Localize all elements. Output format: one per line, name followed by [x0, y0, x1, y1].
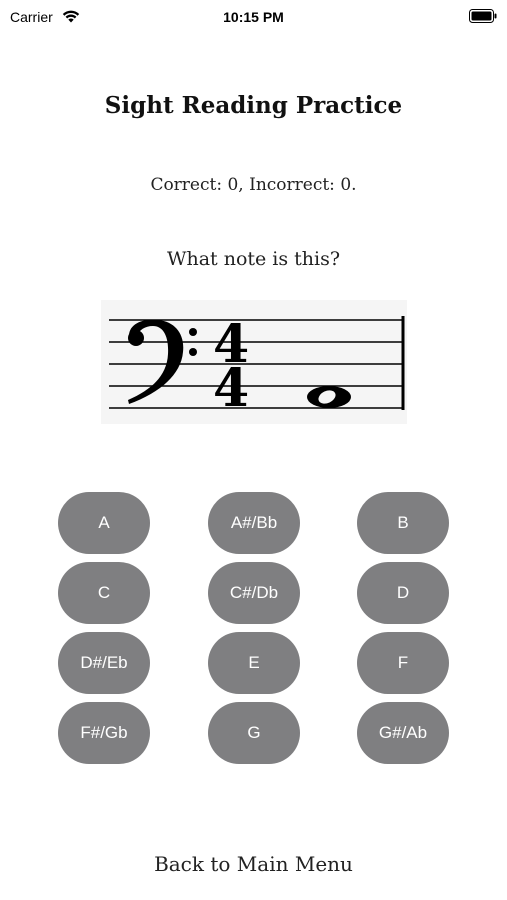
note-button-a[interactable]: A [58, 492, 150, 554]
battery-icon [469, 9, 497, 23]
status-bar: Carrier 10:15 PM [0, 0, 507, 34]
note-button-d-sharp-e-flat[interactable]: D#/Eb [58, 632, 150, 694]
note-button-a-sharp-b-flat[interactable]: A#/Bb [208, 492, 300, 554]
time-signature: 4 4 [213, 314, 249, 419]
note-button-e[interactable]: E [208, 632, 300, 694]
note-button-f-sharp-g-flat[interactable]: F#/Gb [58, 702, 150, 764]
note-button-g[interactable]: G [208, 702, 300, 764]
whole-note-icon [307, 386, 351, 408]
music-staff-image: 4 4 [101, 300, 407, 424]
note-button-c-sharp-d-flat[interactable]: C#/Db [208, 562, 300, 624]
note-button-c[interactable]: C [58, 562, 150, 624]
bass-clef-icon [128, 319, 197, 404]
status-time: 10:15 PM [223, 9, 284, 25]
question-label: What note is this? [166, 248, 341, 270]
note-button-f[interactable]: F [357, 632, 449, 694]
back-to-main-menu-button[interactable]: Back to Main Menu [0, 852, 507, 876]
note-button-d[interactable]: D [357, 562, 449, 624]
svg-text:4: 4 [213, 358, 249, 419]
note-button-b[interactable]: B [357, 492, 449, 554]
staff-lines [109, 319, 403, 409]
page-title: Sight Reading Practice [104, 92, 403, 119]
note-button-g-sharp-a-flat[interactable]: G#/Ab [357, 702, 449, 764]
score-label: Correct: 0, Incorrect: 0. [150, 175, 357, 195]
